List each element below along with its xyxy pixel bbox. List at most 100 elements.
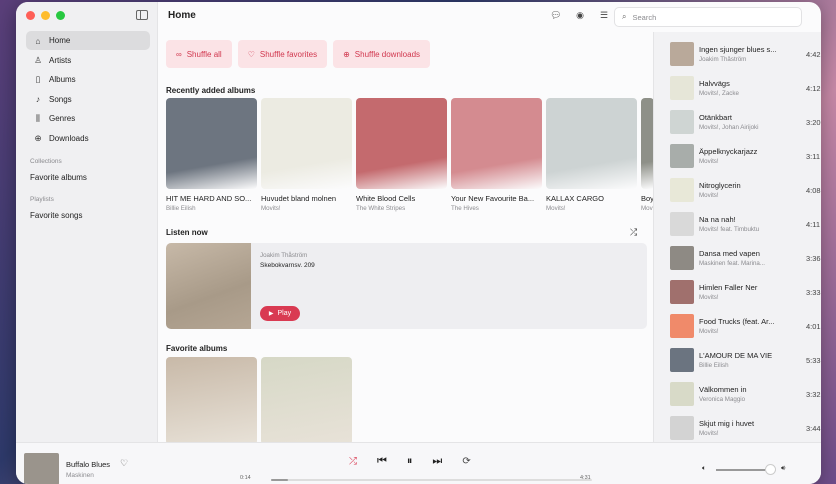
queue-item-artist: Movits! feat. Timbuktu	[699, 226, 760, 233]
shuffle-button-2[interactable]: ⊕ Shuffle downloads	[333, 40, 431, 68]
albums-icon: ▯	[35, 74, 41, 84]
queue-item-cover	[670, 178, 694, 202]
queue-item-artist: Movits!, Johan Airijoki	[699, 124, 759, 131]
listen-now-title: Listen now	[166, 228, 208, 237]
volume-fill	[716, 469, 766, 471]
queue-list-icon[interactable]: ☰	[598, 9, 610, 21]
album-card[interactable]: Huvudet bland molnen Movits!	[261, 98, 352, 212]
listen-now-card[interactable]: Joakim Thåström Skebokvarnsv. 209 ▶ Play	[166, 243, 647, 329]
queue-item-duration: 4:11	[806, 220, 821, 229]
now-playing-cover	[24, 453, 59, 484]
maximize-window-button[interactable]	[56, 11, 65, 20]
queue-item-duration: 3:44	[806, 424, 821, 433]
queue-item-title: Halvvägs	[699, 79, 730, 88]
favorite-album-cover[interactable]	[166, 357, 257, 445]
queue-item-title: Ingen sjunger blues s...	[699, 45, 777, 54]
album-card[interactable]: Your New Favourite Ba... The Hives	[451, 98, 542, 212]
sidebar-item-favorite-songs[interactable]: Favorite songs	[26, 208, 150, 224]
queue-item-cover	[670, 212, 694, 236]
album-cover	[451, 98, 542, 189]
queue-item-cover	[670, 314, 694, 338]
sidebar: ⌂ Home ♙ Artists ▯ Albums ♪ Songs ⫼ Genres ⊕ Downlo…	[16, 2, 158, 442]
sidebar-item-artists[interactable]: ♙ Artists	[26, 51, 150, 70]
album-card[interactable]: HIT ME HARD AND SO... Billie Eilish	[166, 98, 257, 212]
album-card[interactable]: KALLAX CARGO Movits!	[546, 98, 637, 212]
queue-item-duration: 4:01	[806, 322, 821, 331]
queue-item[interactable]: Äppelknyckarjazz Movits! 3:11	[670, 144, 820, 170]
sidebar-item-albums[interactable]: ▯ Albums	[26, 70, 150, 89]
album-card[interactable]: White Blood Cells The White Stripes	[356, 98, 447, 212]
play-button[interactable]: ▶ Play	[260, 306, 300, 321]
page-title: Home	[168, 10, 196, 21]
search-bar[interactable]: ⌕	[614, 7, 802, 27]
sidebar-toggle-icon[interactable]	[136, 10, 148, 20]
favorite-heart-icon[interactable]: ♡	[120, 458, 128, 469]
album-name: White Blood Cells	[356, 194, 416, 203]
queue-item[interactable]: Dansa med vapen Maskinen feat. Marina... 3…	[670, 246, 821, 272]
window-controls	[26, 11, 65, 20]
queue-item[interactable]: Na na nah! Movits! feat. Timbuktu 4:11	[670, 212, 820, 238]
queue-item[interactable]: Otänkbart Movits!, Johan Airijoki 3:20	[670, 110, 821, 136]
player-bar: Buffalo Blues ♡ Maskinen ⤮ ⏮︎ ⏸︎ ⏭︎ ⟳ 0:…	[16, 442, 821, 484]
now-playing-artist: Maskinen	[66, 472, 94, 479]
home-icon: ⌂	[35, 35, 41, 46]
queue-item[interactable]: Nitroglycerin Movits! 4:08	[670, 178, 821, 204]
search-input[interactable]	[632, 12, 783, 22]
queue-item[interactable]: Välkommen in Veronica Maggio 3:32	[670, 382, 821, 408]
favorite-album-cover[interactable]	[261, 357, 352, 445]
shuffle-pill-label: Shuffle all	[186, 49, 222, 59]
sidebar-item-genres[interactable]: ⫼ Genres	[26, 109, 150, 128]
shuffle-icon[interactable]: ⤮	[630, 227, 637, 238]
album-name: HIT ME HARD AND SO...	[166, 194, 252, 203]
close-window-button[interactable]	[26, 11, 35, 20]
queue-item-duration: 4:12	[806, 84, 821, 93]
album-artist: Movits!	[261, 205, 281, 212]
repeat-icon[interactable]: ⟳	[462, 456, 470, 467]
queue-item[interactable]: Himlen Faller Ner Movits! 3:33	[670, 280, 821, 306]
shuffle-button-0[interactable]: ∞ Shuffle all	[166, 40, 232, 68]
queue-item-duration: 3:11	[806, 152, 821, 161]
pause-icon[interactable]: ⏸︎	[407, 455, 413, 468]
queue-item-cover	[670, 110, 694, 134]
shuffle-button-1[interactable]: ♡ Shuffle favorites	[237, 40, 328, 68]
queue-item-duration: 3:20	[806, 118, 821, 127]
downloads-icon: ⊕	[34, 132, 42, 143]
queue-item-title: Otänkbart	[699, 113, 732, 122]
airplay-icon[interactable]: ◉	[574, 9, 586, 21]
shuffle-pill-label: Shuffle favorites	[259, 49, 318, 59]
queue-item[interactable]: Ingen sjunger blues s... Joakim Thåström 4…	[670, 42, 821, 68]
next-track-icon[interactable]: ⏭︎	[432, 455, 442, 468]
queue-item-cover	[670, 76, 694, 100]
listen-now-artist: Joakim Thåström	[260, 252, 308, 259]
progress-bar[interactable]	[271, 479, 592, 481]
album-artist: Movits!	[546, 205, 566, 212]
sidebar-item-label: Songs	[49, 94, 72, 104]
volume-knob[interactable]	[765, 464, 776, 475]
sidebar-nav: ⌂ Home ♙ Artists ▯ Albums ♪ Songs ⫼ Genres ⊕ Downlo…	[26, 31, 150, 224]
now-playing-title: Buffalo Blues	[66, 460, 111, 469]
playlists-label: Playlists	[30, 195, 54, 203]
listen-now-song: Skebokvarnsv. 209	[260, 262, 315, 269]
lyrics-icon[interactable]: 💬︎	[550, 9, 562, 21]
sidebar-item-label: Downloads	[49, 133, 89, 143]
sidebar-item-home[interactable]: ⌂ Home	[26, 31, 150, 50]
queue-item-title: Dansa med vapen	[699, 249, 760, 258]
app-window: ⌂ Home ♙ Artists ▯ Albums ♪ Songs ⫼ Genres ⊕ Downlo…	[16, 2, 821, 484]
sidebar-item-songs[interactable]: ♪ Songs	[26, 90, 150, 109]
queue-item[interactable]: Food Trucks (feat. Ar... Movits! 4:01	[670, 314, 821, 340]
queue-item[interactable]: Halvvägs Movits!, Zacke 4:12	[670, 76, 821, 102]
total-time: 4:31	[580, 475, 591, 481]
previous-track-icon[interactable]: ⏮︎	[377, 455, 387, 468]
minimize-window-button[interactable]	[41, 11, 50, 20]
queue-item-cover	[670, 280, 694, 304]
sidebar-item-downloads[interactable]: ⊕ Downloads	[26, 129, 150, 148]
sidebar-item-favorite-albums[interactable]: Favorite albums	[26, 170, 150, 186]
queue-item-artist: Movits!	[699, 158, 719, 165]
queue-item[interactable]: L'AMOUR DE MA VIE Billie Eilish 5:33	[670, 348, 821, 374]
volume-low-icon: 🔈︎	[702, 465, 707, 472]
main-content: Home 💬︎ ◉ ☰ ∞ Shuffle all ♡ Shuffle favorit…	[158, 2, 654, 445]
queue-item-duration: 4:08	[806, 186, 821, 195]
shuffle-toggle-icon[interactable]: ⤮	[349, 456, 357, 467]
queue-item-cover	[670, 246, 694, 270]
queue-item[interactable]: Skjut mig i huvet Movits! 3:44	[670, 416, 821, 442]
